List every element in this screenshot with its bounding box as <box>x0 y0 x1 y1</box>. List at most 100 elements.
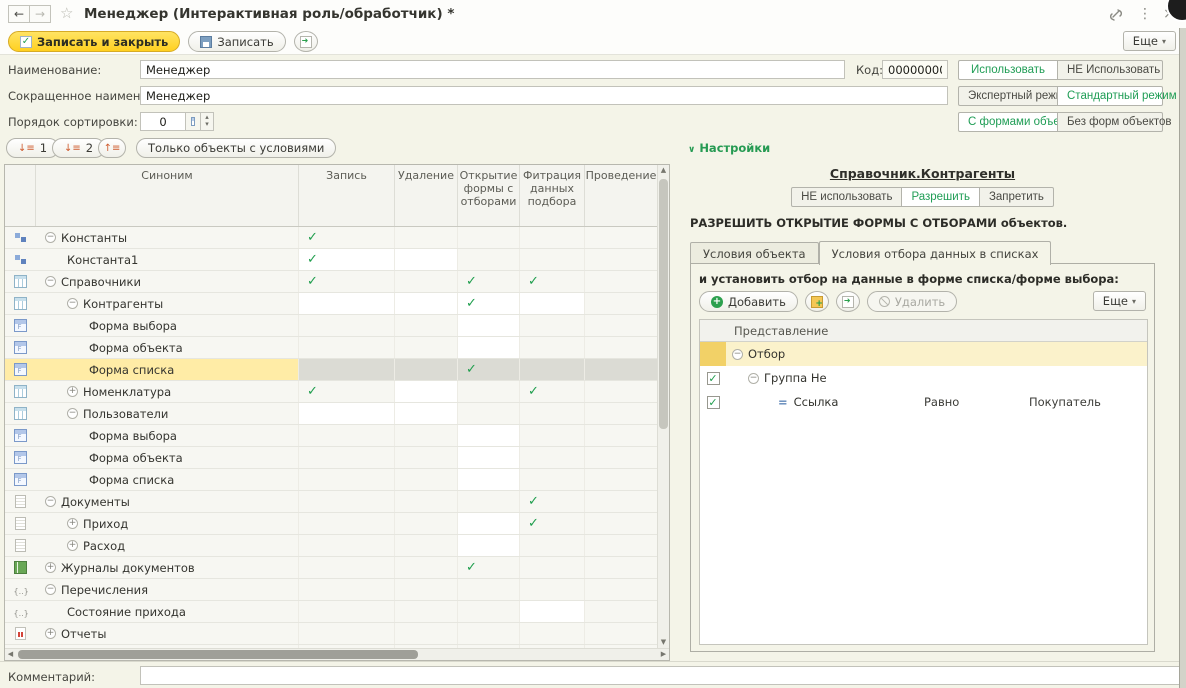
synonym-cell[interactable]: −Константы <box>35 227 298 248</box>
permission-cell[interactable] <box>394 623 457 644</box>
permission-cell[interactable] <box>298 601 394 622</box>
filter-row[interactable]: ✓=СсылкаРавноПокупатель <box>700 390 1147 414</box>
grid-vertical-scrollbar[interactable]: ▲ ▼ <box>657 165 669 648</box>
permission-cell[interactable] <box>584 425 657 446</box>
collapse-node-icon[interactable]: − <box>45 496 56 507</box>
permission-cell[interactable]: ✓ <box>457 359 519 380</box>
permission-cell[interactable] <box>298 359 394 380</box>
filter-checkbox-cell[interactable]: ✓ <box>700 390 726 414</box>
permission-cell[interactable] <box>394 447 457 468</box>
permission-cell[interactable] <box>394 491 457 512</box>
permission-cell[interactable] <box>394 425 457 446</box>
grid-row[interactable]: −Константы✓ <box>5 227 669 249</box>
synonym-cell[interactable]: +Отчеты <box>35 623 298 644</box>
permission-cell[interactable]: ✓ <box>519 513 584 534</box>
permission-cell[interactable]: ✓ <box>519 271 584 292</box>
permission-cell[interactable] <box>457 447 519 468</box>
expand-node-icon[interactable]: + <box>45 628 56 639</box>
permission-cell[interactable] <box>394 359 457 380</box>
grid-row[interactable]: Форма объекта <box>5 447 669 469</box>
permission-cell[interactable] <box>584 359 657 380</box>
permission-cell[interactable] <box>519 579 584 600</box>
add-group-button[interactable] <box>805 291 829 312</box>
permission-cell[interactable] <box>519 623 584 644</box>
permission-cell[interactable] <box>584 491 657 512</box>
grid-row[interactable]: Форма списка✓ <box>5 359 669 381</box>
synonym-cell[interactable]: −Перечисления <box>35 579 298 600</box>
synonym-cell[interactable]: +Приход <box>35 513 298 534</box>
sort-order-input[interactable] <box>140 112 186 131</box>
permission-cell[interactable]: ✓ <box>298 249 394 270</box>
grid-row[interactable]: −Документы ✓ <box>5 491 669 513</box>
permission-cell[interactable] <box>298 293 394 314</box>
filter-checkbox-cell[interactable] <box>700 342 726 366</box>
permission-cell[interactable] <box>394 293 457 314</box>
permission-cell[interactable]: ✓ <box>519 491 584 512</box>
forward-icon[interactable]: → <box>29 5 51 23</box>
expand-node-icon[interactable]: + <box>67 518 78 529</box>
standard-mode-option[interactable]: Стандартный режим <box>1057 86 1163 106</box>
permission-cell[interactable] <box>394 601 457 622</box>
grid-header-write[interactable]: Запись <box>298 165 394 226</box>
permission-cell[interactable] <box>519 293 584 314</box>
permission-cell[interactable] <box>457 579 519 600</box>
grid-header-synonym[interactable]: Синоним <box>35 165 298 226</box>
use-option[interactable]: Использовать <box>958 60 1058 80</box>
grid-row[interactable]: +Журналы документов✓ <box>5 557 669 579</box>
code-input[interactable] <box>882 60 948 79</box>
permission-cell[interactable] <box>457 249 519 270</box>
permission-cell[interactable] <box>519 447 584 468</box>
permission-cell[interactable] <box>457 315 519 336</box>
grid-header-filter-pick[interactable]: Фитрация данных подбора <box>519 165 584 226</box>
permission-cell[interactable] <box>394 403 457 424</box>
permission-cell[interactable] <box>584 623 657 644</box>
permission-cell[interactable] <box>584 579 657 600</box>
grid-row[interactable]: Форма выбора <box>5 315 669 337</box>
permission-cell[interactable] <box>519 557 584 578</box>
permission-cell[interactable] <box>394 249 457 270</box>
permission-cell[interactable] <box>457 227 519 248</box>
permission-cell[interactable] <box>584 381 657 402</box>
permission-cell[interactable] <box>519 227 584 248</box>
more-button[interactable]: Еще▾ <box>1123 31 1176 51</box>
permission-cell[interactable] <box>519 403 584 424</box>
permission-cell[interactable] <box>584 601 657 622</box>
collapse-all-button[interactable]: ↑≡ <box>98 138 126 158</box>
permission-cell[interactable] <box>584 249 657 270</box>
add-button[interactable]: + Добавить <box>699 291 798 312</box>
permission-cell[interactable] <box>457 535 519 556</box>
grid-row[interactable]: Состояние прихода <box>5 601 669 623</box>
permission-cell[interactable] <box>298 535 394 556</box>
expert-mode-option[interactable]: Экспертный режим <box>958 86 1058 106</box>
grid-row[interactable]: −Справочники✓✓✓ <box>5 271 669 293</box>
collapse-node-icon[interactable]: − <box>45 232 56 243</box>
scroll-down-icon[interactable]: ▼ <box>658 637 669 648</box>
permission-cell[interactable] <box>519 469 584 490</box>
permission-cell[interactable] <box>584 293 657 314</box>
delete-button[interactable]: Удалить <box>867 291 957 312</box>
permission-cell[interactable] <box>394 271 457 292</box>
sort-order-spinner[interactable]: ▴▾ <box>200 112 214 131</box>
permission-cell[interactable] <box>584 469 657 490</box>
permission-cell[interactable]: ✓ <box>457 293 519 314</box>
permission-cell[interactable] <box>584 535 657 556</box>
permission-cell[interactable] <box>298 623 394 644</box>
synonym-cell[interactable]: Форма выбора <box>35 315 298 336</box>
not-use-option[interactable]: НЕ Использовать <box>1057 60 1163 80</box>
scroll-right-icon[interactable]: ▶ <box>658 649 669 660</box>
permission-cell[interactable] <box>394 535 457 556</box>
grid-row[interactable]: Форма объекта <box>5 337 669 359</box>
synonym-cell[interactable]: −Документы <box>35 491 298 512</box>
permission-cell[interactable] <box>519 425 584 446</box>
permission-cell[interactable] <box>457 469 519 490</box>
grid-row[interactable]: −Пользователи <box>5 403 669 425</box>
checkbox-checked-icon[interactable]: ✓ <box>707 372 720 385</box>
collapse-node-icon[interactable]: − <box>67 298 78 309</box>
grid-header-delete[interactable]: Удаление <box>394 165 457 226</box>
permission-cell[interactable] <box>394 315 457 336</box>
synonym-cell[interactable]: −Контрагенты <box>35 293 298 314</box>
tab-object-conditions[interactable]: Условия объекта <box>690 242 819 264</box>
permission-cell[interactable] <box>457 491 519 512</box>
reread-button[interactable] <box>294 31 318 52</box>
permission-cell[interactable] <box>519 535 584 556</box>
